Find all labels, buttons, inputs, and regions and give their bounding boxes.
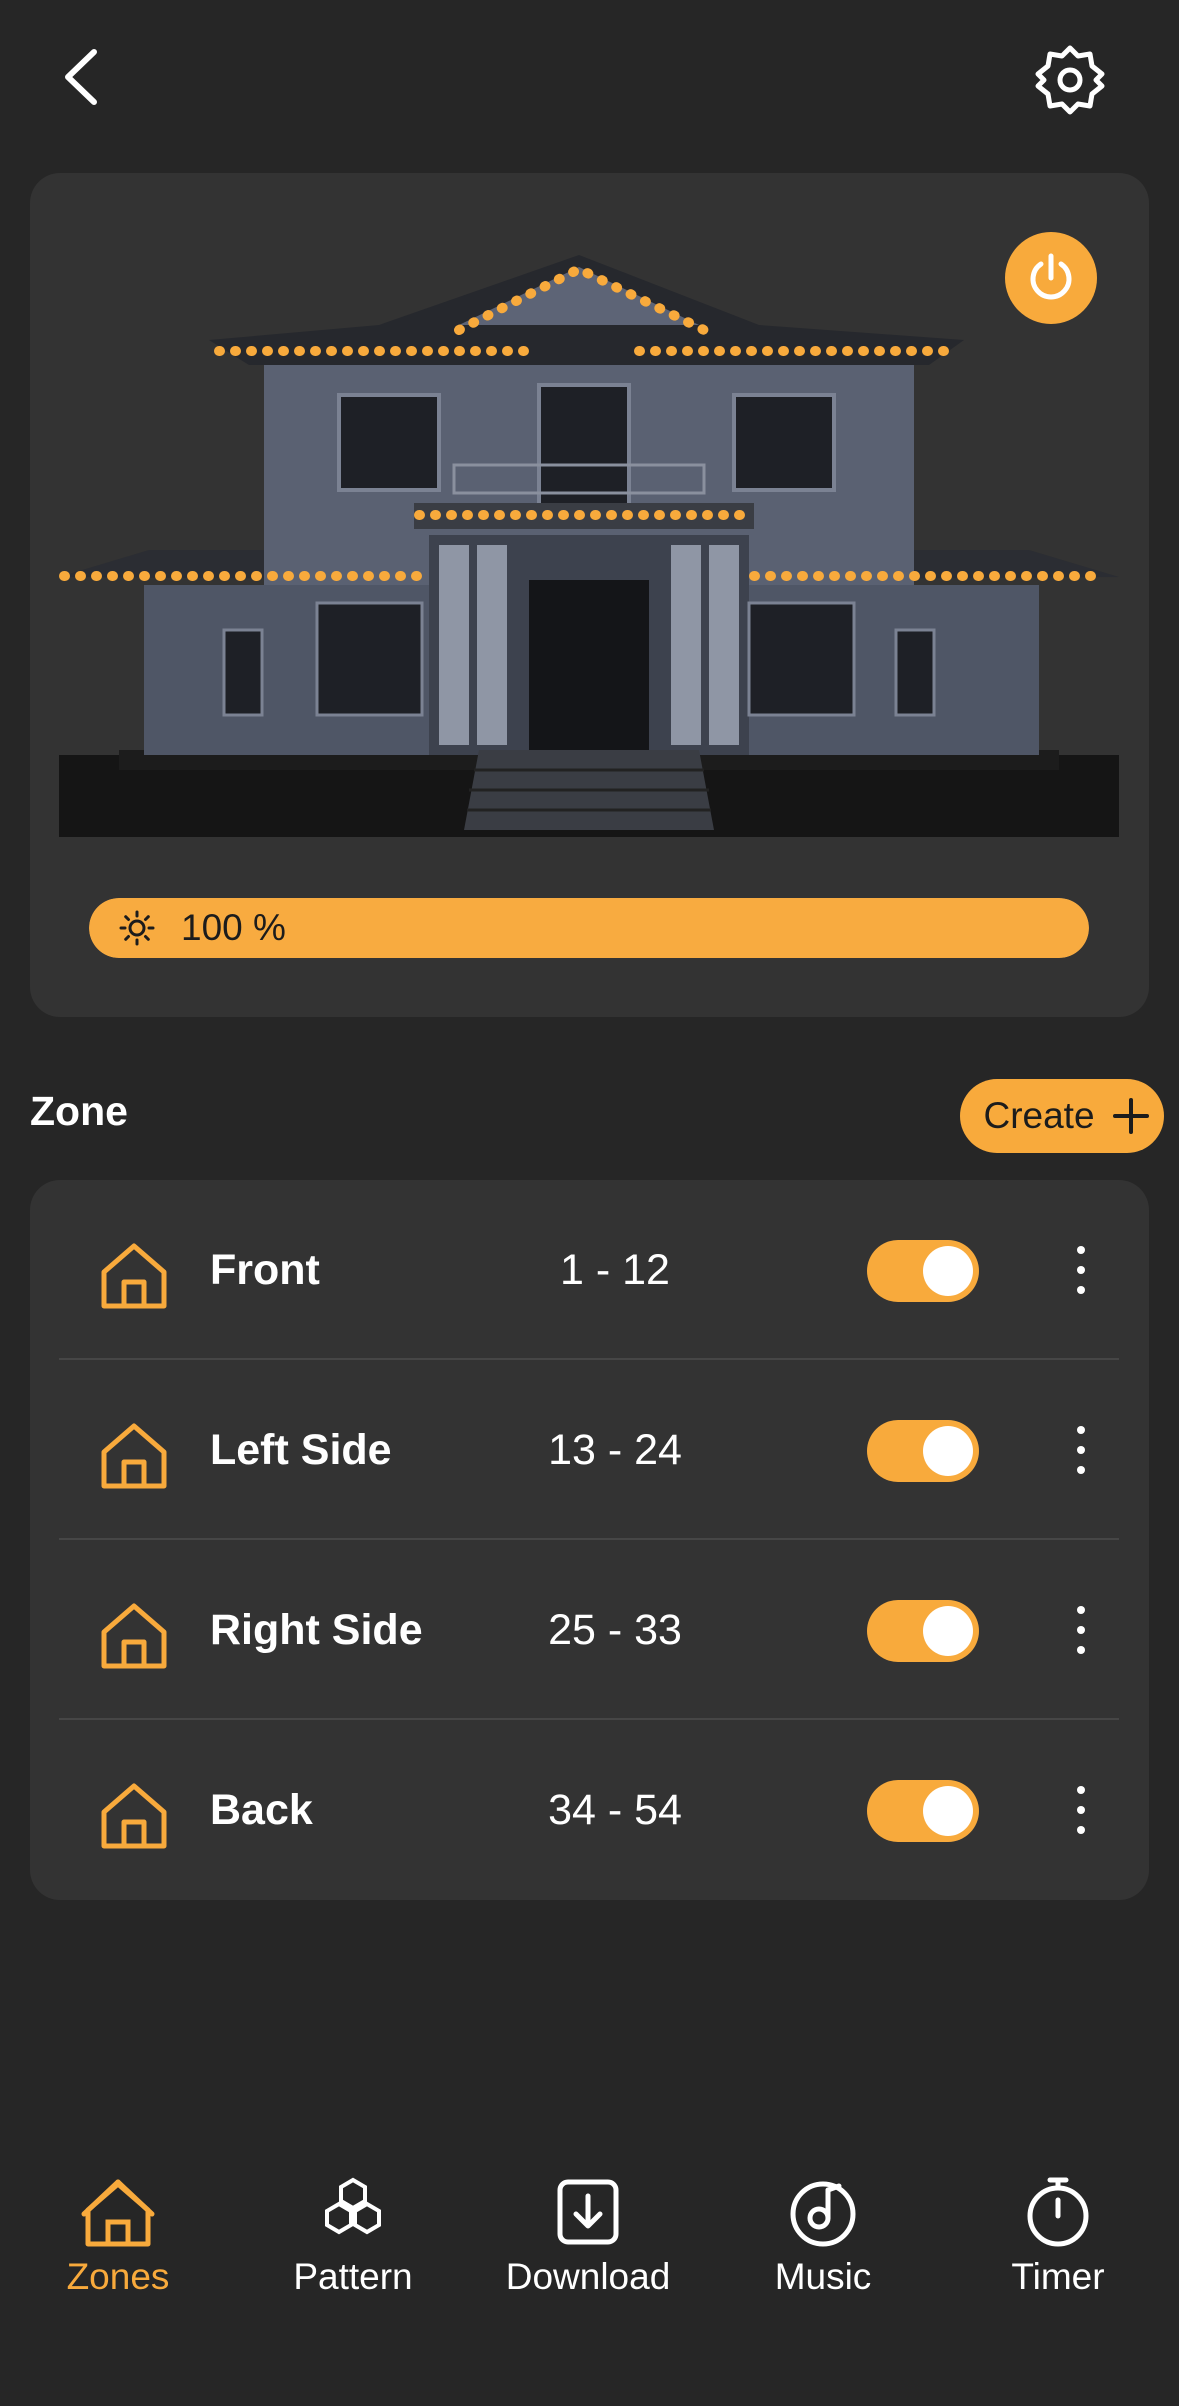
zone-toggle[interactable]	[867, 1780, 979, 1842]
music-icon	[790, 2181, 856, 2247]
more-options-icon[interactable]	[1066, 1600, 1096, 1662]
zone-name: Back	[210, 1786, 313, 1834]
more-options-icon[interactable]	[1066, 1240, 1096, 1302]
more-options-icon[interactable]	[1066, 1780, 1096, 1842]
back-button[interactable]	[50, 40, 116, 114]
home-icon	[101, 1783, 167, 1849]
zone-range: 13 - 24	[548, 1426, 682, 1474]
home-icon	[101, 1423, 167, 1489]
home-icon	[101, 1243, 167, 1309]
zone-toggle[interactable]	[867, 1240, 979, 1302]
nav-label: Music	[774, 2256, 872, 2297]
download-icon	[557, 2179, 619, 2245]
nav-music[interactable]: Music	[705, 2150, 941, 2350]
zone-toggle[interactable]	[867, 1420, 979, 1482]
nav-label: Timer	[1011, 2256, 1105, 2297]
create-label: Create	[983, 1095, 1095, 1136]
zone-range: 34 - 54	[548, 1786, 682, 1834]
toggle-knob	[923, 1426, 973, 1476]
zone-name: Front	[210, 1246, 320, 1294]
nav-label: Download	[505, 2256, 671, 2297]
nav-pattern[interactable]: Pattern	[235, 2150, 471, 2350]
settings-button[interactable]	[1030, 40, 1110, 120]
home-icon	[101, 1603, 167, 1669]
pattern-icon	[325, 2177, 381, 2235]
zone-range: 25 - 33	[548, 1606, 682, 1654]
zone-name: Right Side	[210, 1606, 423, 1654]
plus-icon	[1112, 1098, 1149, 1134]
zone-toggle[interactable]	[867, 1600, 979, 1662]
nav-zones[interactable]: Zones	[0, 2150, 236, 2350]
home-icon	[81, 2179, 155, 2247]
brightness-value: 100 %	[181, 907, 286, 948]
chevron-left-icon	[65, 49, 97, 105]
timer-icon	[1027, 2177, 1089, 2247]
zone-name: Left Side	[210, 1426, 392, 1474]
bottom-navigation: Zones Pattern Download Music Timer	[0, 2150, 1179, 2406]
zone-row-back[interactable]: Back 34 - 54	[30, 1720, 1149, 1900]
sun-icon	[119, 910, 155, 946]
nav-timer[interactable]: Timer	[940, 2150, 1176, 2350]
toggle-knob	[923, 1246, 973, 1296]
zone-row-front[interactable]: Front 1 - 12	[30, 1180, 1149, 1360]
zone-range: 1 - 12	[560, 1246, 670, 1294]
more-options-icon[interactable]	[1066, 1420, 1096, 1482]
toggle-knob	[923, 1786, 973, 1836]
nav-download[interactable]: Download	[470, 2150, 706, 2350]
zone-list: Front 1 - 12 Left Side 13 - 24 Right Sid…	[30, 1180, 1149, 1900]
brightness-slider[interactable]: 100 %	[89, 898, 1089, 958]
zone-row-right-side[interactable]: Right Side 25 - 33	[30, 1540, 1149, 1720]
zone-section-title: Zone	[30, 1088, 128, 1134]
nav-label: Zones	[66, 2256, 170, 2297]
nav-label: Pattern	[293, 2256, 413, 2297]
gear-icon	[1035, 45, 1105, 115]
zone-row-left-side[interactable]: Left Side 13 - 24	[30, 1360, 1149, 1540]
create-zone-button[interactable]: Create	[960, 1079, 1164, 1153]
house-image	[59, 255, 1119, 837]
toggle-knob	[923, 1606, 973, 1656]
